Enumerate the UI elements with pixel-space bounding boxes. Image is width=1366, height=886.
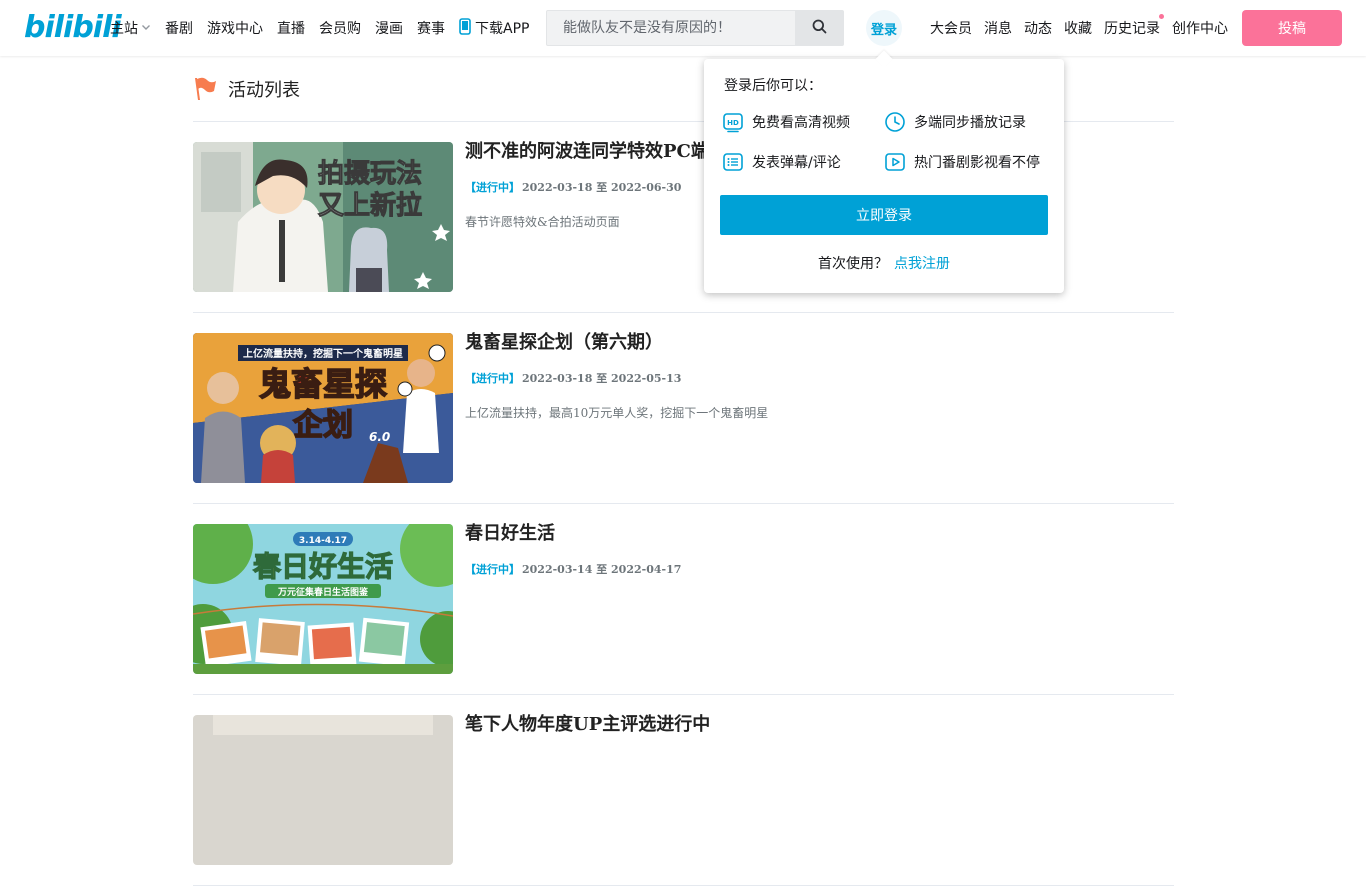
benefit-comments: 发表弹幕/评论 xyxy=(722,151,841,173)
nav-main-site-label: 主站 xyxy=(110,21,138,37)
top-header: bilibili 主站 番剧 游戏中心 直播 会员购 漫画 赛事 下载APP 登… xyxy=(0,0,1366,56)
hd-icon: HD xyxy=(722,111,744,133)
activity-info: 笔下人物年度UP主评选进行中 xyxy=(465,715,1165,735)
benefit-shows: 热门番剧影视看不停 xyxy=(884,151,1040,173)
benefit-label: 热门番剧影视看不停 xyxy=(914,155,1040,171)
benefit-hd-video: HD 免费看高清视频 xyxy=(722,111,850,133)
search-bar xyxy=(546,10,844,46)
register-row: 首次使用？ 点我注册 xyxy=(704,253,1064,273)
bilibili-logo[interactable]: bilibili xyxy=(24,11,122,45)
nav-download-app-label: 下载APP xyxy=(475,21,530,37)
thumb-text: 6.0 xyxy=(369,430,390,444)
activity-status: 【进行中】 xyxy=(465,181,520,194)
nav-history[interactable]: 历史记录 xyxy=(1104,14,1164,38)
phone-icon xyxy=(459,17,471,39)
activity-status: 【进行中】 xyxy=(465,372,520,385)
thumb-text: 企划 xyxy=(293,408,353,443)
activity-info: 鬼畜星探企划（第六期） 【进行中】 2022-03-18 至 2022-05-13… xyxy=(465,333,1165,421)
flag-icon xyxy=(193,76,217,102)
search-input[interactable] xyxy=(547,11,795,45)
nav-anime[interactable]: 番剧 xyxy=(165,18,193,38)
nav-mall[interactable]: 会员购 xyxy=(319,18,361,38)
activity-item: 3.14-4.17 春日好生活 万元征集春日生活图鉴 春日好生活 【进行中】 20… xyxy=(193,504,1174,695)
nav-favorites[interactable]: 收藏 xyxy=(1064,18,1092,38)
activity-title[interactable]: 鬼畜星探企划（第六期） xyxy=(465,333,1165,353)
login-avatar-button[interactable]: 登录 xyxy=(866,10,902,46)
activity-status: 【进行中】 xyxy=(465,563,520,576)
activity-info: 春日好生活 【进行中】 2022-03-14 至 2022-04-17 xyxy=(465,524,1165,596)
thumb-text: 又上新拉 xyxy=(318,190,422,221)
thumb-text: 春日好生活 xyxy=(253,550,393,583)
activity-item: 上亿流量扶持，挖掘下一个鬼畜明星 鬼畜星探 企划 6.0 鬼畜星探企划（第六期）… xyxy=(193,313,1174,504)
activity-thumbnail[interactable] xyxy=(193,715,453,865)
chevron-down-icon xyxy=(141,20,151,36)
nav-main-site[interactable]: 主站 xyxy=(110,18,151,38)
activity-title[interactable]: 春日好生活 xyxy=(465,524,1165,544)
nav-live[interactable]: 直播 xyxy=(277,18,305,38)
register-link[interactable]: 点我注册 xyxy=(894,256,950,272)
login-now-button[interactable]: 立即登录 xyxy=(720,195,1048,235)
nav-esports[interactable]: 赛事 xyxy=(417,18,445,38)
benefit-sync-history: 多端同步播放记录 xyxy=(884,111,1026,133)
benefit-label: 发表弹幕/评论 xyxy=(752,155,841,171)
nav-dynamics[interactable]: 动态 xyxy=(1024,18,1052,38)
user-nav: 大会员 消息 动态 收藏 历史记录 创作中心 xyxy=(930,0,1240,56)
activity-meta: 【进行中】 2022-03-18 至 2022-05-13 xyxy=(465,371,1165,387)
thumb-text: 3.14-4.17 xyxy=(299,536,347,546)
activity-title[interactable]: 笔下人物年度UP主评选进行中 xyxy=(465,715,1165,735)
thumb-text: 拍摄玩法 xyxy=(318,159,422,189)
benefit-label: 免费看高清视频 xyxy=(752,115,850,131)
activity-thumbnail[interactable]: 拍摄玩法 又上新拉 xyxy=(193,142,453,292)
activity-thumbnail[interactable]: 3.14-4.17 春日好生活 万元征集春日生活图鉴 xyxy=(193,524,453,674)
benefit-label: 多端同步播放记录 xyxy=(914,115,1026,131)
nav-vip[interactable]: 大会员 xyxy=(930,18,972,38)
notification-dot xyxy=(1159,14,1164,19)
activity-meta: 【进行中】 2022-03-14 至 2022-04-17 xyxy=(465,562,1165,578)
activity-date-range: 2022-03-18 至 2022-05-13 xyxy=(522,372,682,385)
nav-messages[interactable]: 消息 xyxy=(984,18,1012,38)
section-title: 活动列表 xyxy=(228,79,300,101)
play-icon xyxy=(884,151,906,173)
activity-date-range: 2022-03-14 至 2022-04-17 xyxy=(522,563,682,576)
login-popover: 登录后你可以： HD 免费看高清视频 多端同步播放记录 发表弹幕/评论 热门番剧… xyxy=(704,50,1064,293)
nav-download-app[interactable]: 下载APP xyxy=(459,17,530,39)
activity-description: 上亿流量扶持，最高10万元单人奖，挖掘下一个鬼畜明星 xyxy=(465,406,769,420)
thumb-text: 上亿流量扶持，挖掘下一个鬼畜明星 xyxy=(243,347,403,360)
nav-manga[interactable]: 漫画 xyxy=(375,18,403,38)
nav-history-label: 历史记录 xyxy=(1104,21,1160,37)
thumb-text: 鬼畜星探 xyxy=(259,365,387,403)
activity-item: 笔下人物年度UP主评选进行中 xyxy=(193,695,1174,886)
search-icon xyxy=(812,19,827,38)
register-prompt: 首次使用？ xyxy=(818,256,888,272)
svg-text:HD: HD xyxy=(727,119,739,127)
nav-creator-center[interactable]: 创作中心 xyxy=(1172,18,1228,38)
activity-thumbnail[interactable]: 上亿流量扶持，挖掘下一个鬼畜明星 鬼畜星探 企划 6.0 xyxy=(193,333,453,483)
primary-nav: 主站 番剧 游戏中心 直播 会员购 漫画 赛事 下载APP xyxy=(110,0,543,56)
popover-title: 登录后你可以： xyxy=(724,78,822,94)
clock-icon xyxy=(884,111,906,133)
thumb-text: 万元征集春日生活图鉴 xyxy=(277,586,369,598)
list-icon xyxy=(722,151,744,173)
upload-button[interactable]: 投稿 xyxy=(1242,10,1342,46)
activity-date-range: 2022-03-18 至 2022-06-30 xyxy=(522,181,682,194)
search-button[interactable] xyxy=(795,11,843,45)
nav-game-center[interactable]: 游戏中心 xyxy=(207,18,263,38)
